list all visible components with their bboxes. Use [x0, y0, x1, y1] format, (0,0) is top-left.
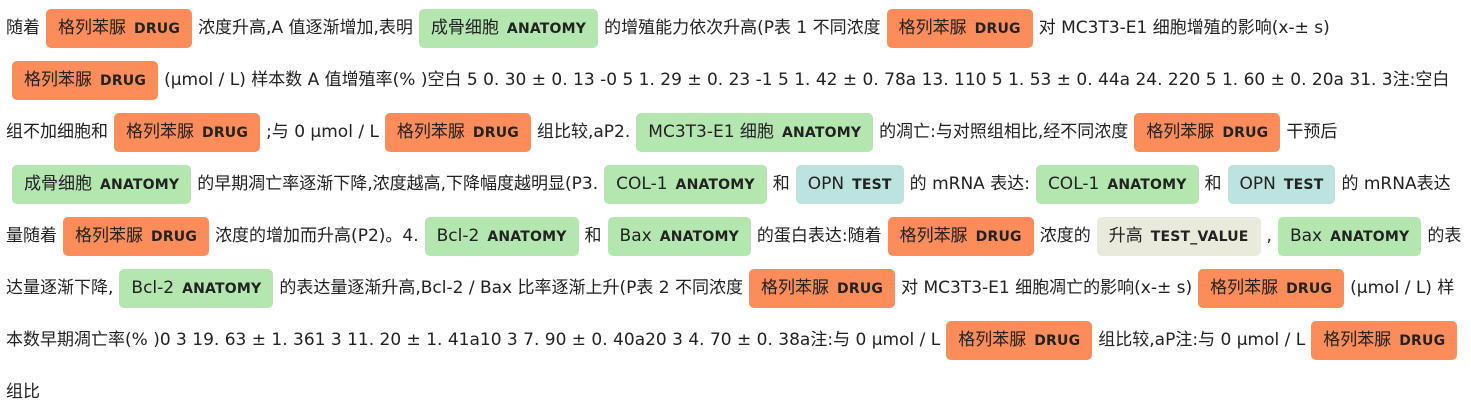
entity-drug[interactable]: 格列苯脲 DRUG	[114, 112, 261, 152]
text-segment: 组比	[6, 382, 40, 402]
entity-drug[interactable]: 格列苯脲 DRUG	[886, 8, 1033, 48]
entity-drug[interactable]: 格列苯脲 DRUG	[1134, 112, 1281, 152]
entity-label: ANATOMY	[1107, 176, 1187, 193]
entity-drug[interactable]: 格列苯脲 DRUG	[46, 8, 193, 48]
entity-text: 格列苯脲	[1210, 277, 1279, 298]
entity-anatomy[interactable]: Bax ANATOMY	[607, 216, 751, 256]
entity-label: DRUG	[134, 20, 181, 37]
annotated-document: 随着 格列苯脲 DRUG 浓度升高,A 值逐渐增加,表明 成骨细胞 ANATOMY 的增殖能…	[0, 0, 1471, 418]
entity-label: ANATOMY	[1330, 228, 1410, 245]
entity-text: 格列苯脲	[898, 17, 967, 38]
entity-label: DRUG	[472, 124, 519, 141]
entity-anatomy[interactable]: COL-1 ANATOMY	[1035, 164, 1199, 204]
entity-label: ANATOMY	[781, 124, 862, 141]
entity-drug[interactable]: 格列苯脲 DRUG	[384, 112, 531, 152]
entity-drug[interactable]: 格列苯脲 DRUG	[887, 216, 1034, 256]
text-segment: 和	[584, 226, 602, 246]
entity-text: 格列苯脲	[126, 121, 194, 142]
entity-text: 格列苯脲	[899, 225, 968, 246]
entity-text: 格列苯脲	[1146, 121, 1215, 142]
entity-test[interactable]: OPN TEST	[795, 164, 904, 204]
entity-text: 成骨细胞	[24, 173, 92, 194]
entity-label: DRUG	[1286, 280, 1333, 297]
entity-text: OPN	[807, 173, 845, 194]
text-segment: 浓度升高,A 值逐渐增加,表明	[198, 18, 413, 38]
entity-text: COL-1	[1047, 173, 1100, 194]
text-segment: ,	[1266, 226, 1272, 246]
entity-text: 格列苯脲	[1323, 329, 1392, 350]
entity-label: DRUG	[974, 20, 1021, 37]
entity-text: COL-1	[616, 173, 668, 194]
entity-label: TEST_VALUE	[1150, 228, 1249, 245]
text-segment: 的 mRNA 表达:	[909, 174, 1030, 194]
entity-label: ANATOMY	[487, 228, 567, 245]
entity-label: DRUG	[151, 228, 198, 245]
entity-label: ANATOMY	[506, 20, 587, 37]
entity-label: ANATOMY	[182, 280, 262, 297]
entity-anatomy[interactable]: MC3T3-E1 细胞 ANATOMY	[636, 112, 874, 152]
entity-label: DRUG	[1034, 332, 1081, 349]
entity-text: 格列苯脲	[24, 69, 92, 90]
entity-text: 格列苯脲	[958, 329, 1027, 350]
entity-drug[interactable]: 格列苯脲 DRUG	[749, 268, 896, 308]
entity-anatomy[interactable]: COL-1 ANATOMY	[604, 164, 767, 204]
entity-text: 格列苯脲	[396, 121, 465, 142]
entity-label: DRUG	[1399, 332, 1446, 349]
entity-test-value[interactable]: 升高 TEST_VALUE	[1096, 216, 1261, 256]
text-segment: 的增殖能力依次升高(P表 1 不同浓度	[604, 18, 881, 38]
entity-drug[interactable]: 格列苯脲 DRUG	[1198, 268, 1345, 308]
text-segment: 的蛋白表达:随着	[756, 226, 882, 246]
entity-anatomy[interactable]: 成骨细胞 ANATOMY	[418, 8, 599, 48]
entity-label: ANATOMY	[659, 228, 739, 245]
text-segment: 的表达量逐渐升高,Bcl-2 / Bax 比率逐渐上升(P表 2 不同浓度	[279, 278, 744, 298]
text-segment: 干预后	[1286, 122, 1338, 142]
entity-label: TEST	[1283, 176, 1324, 193]
text-segment: 浓度的	[1039, 226, 1091, 246]
text-segment: ;与 0 μmol / L	[266, 122, 379, 142]
text-segment: 对 MC3T3-E1 细胞凋亡的影响(x-± s)	[901, 278, 1193, 298]
text-segment: 和	[1204, 174, 1222, 194]
entity-anatomy[interactable]: Bcl-2 ANATOMY	[119, 268, 274, 308]
entity-drug[interactable]: 格列苯脲 DRUG	[63, 216, 210, 256]
entity-text: Bcl-2	[436, 225, 480, 246]
text-segment: 和	[772, 174, 790, 194]
text-segment: 浓度的增加而升高(P2)。4.	[215, 226, 419, 246]
entity-text: 升高	[1108, 225, 1143, 246]
entity-anatomy[interactable]: Bax ANATOMY	[1277, 216, 1422, 256]
entity-label: ANATOMY	[100, 176, 180, 193]
entity-drug[interactable]: 格列苯脲 DRUG	[12, 60, 159, 100]
text-segment: 的凋亡:与对照组相比,经不同浓度	[879, 122, 1129, 142]
text-segment: 对 MC3T3-E1 细胞增殖的影响(x-± s)	[1038, 18, 1330, 38]
entity-label: TEST	[852, 176, 892, 193]
entity-label: DRUG	[100, 72, 147, 89]
entity-text: Bax	[1289, 225, 1323, 246]
entity-text: 成骨细胞	[430, 17, 499, 38]
text-segment: 随着	[6, 18, 40, 38]
entity-anatomy[interactable]: Bcl-2 ANATOMY	[424, 216, 579, 256]
entity-test[interactable]: OPN TEST	[1227, 164, 1336, 204]
entity-label: DRUG	[202, 124, 249, 141]
entity-label: DRUG	[837, 280, 884, 297]
entity-text: MC3T3-E1 细胞	[648, 121, 774, 142]
entity-anatomy[interactable]: 成骨细胞 ANATOMY	[12, 164, 192, 204]
text-segment: 组比较,aP注:与 0 μmol / L	[1098, 330, 1306, 350]
entity-drug[interactable]: 格列苯脲 DRUG	[1311, 320, 1458, 360]
entity-text: Bcl-2	[131, 277, 175, 298]
entity-text: OPN	[1239, 173, 1276, 194]
entity-text: 格列苯脲	[761, 277, 830, 298]
entity-label: DRUG	[975, 228, 1022, 245]
entity-text: Bax	[619, 225, 652, 246]
entity-label: ANATOMY	[675, 176, 755, 193]
entity-text: 格列苯脲	[75, 225, 143, 246]
entity-drug[interactable]: 格列苯脲 DRUG	[946, 320, 1093, 360]
text-segment: 的早期凋亡率逐渐下降,浓度越高,下降幅度越明显(P3.	[197, 174, 599, 194]
entity-label: DRUG	[1222, 124, 1269, 141]
entity-text: 格列苯脲	[58, 17, 126, 38]
text-segment: 组比较,aP2.	[536, 122, 631, 142]
